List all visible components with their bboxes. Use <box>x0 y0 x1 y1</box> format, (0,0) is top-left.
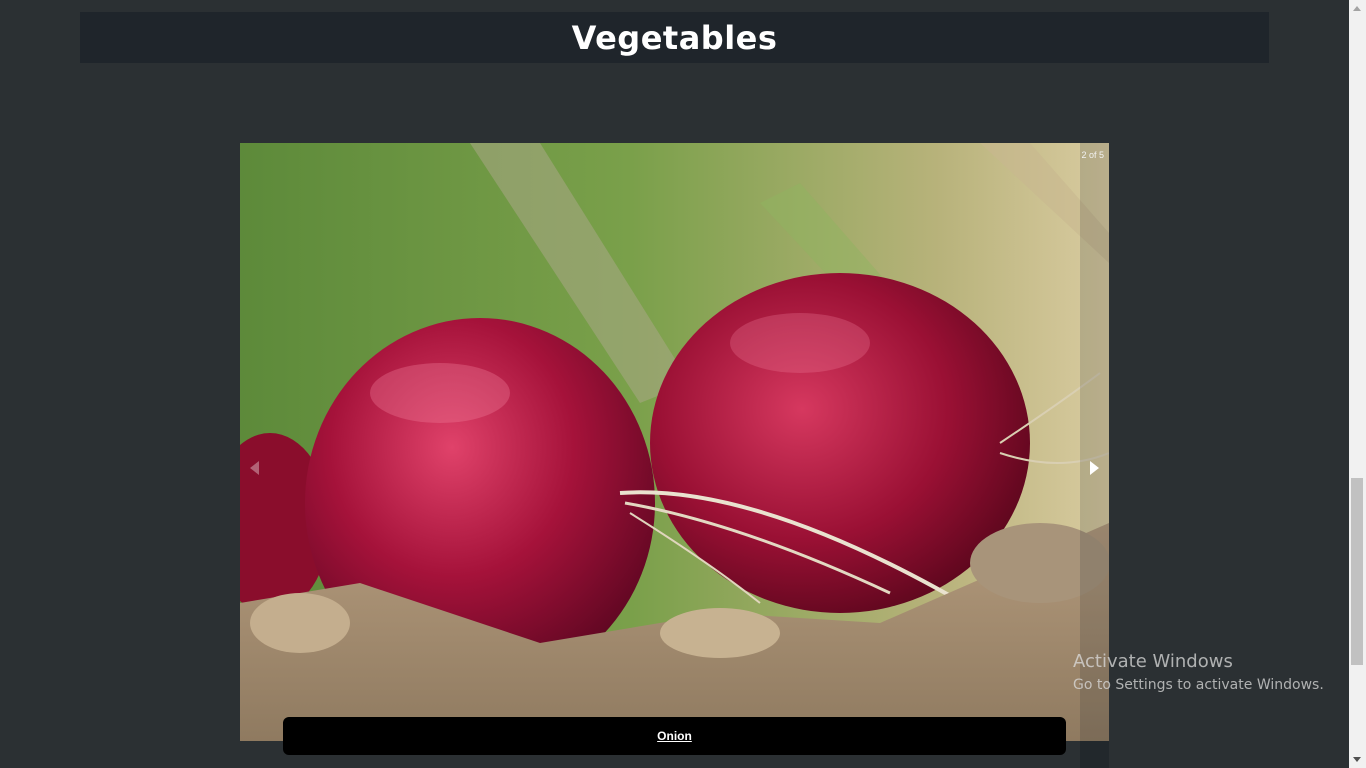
watermark-title: Activate Windows <box>1073 651 1233 672</box>
windows-activation-watermark: Activate Windows Go to Settings to activ… <box>1073 650 1324 696</box>
page-title: Vegetables <box>571 18 778 57</box>
slideshow: 2 of 5 <box>240 143 1109 741</box>
header-bar: Vegetables <box>80 12 1269 63</box>
slide-image <box>240 143 1109 741</box>
slide-caption-link[interactable]: Onion <box>657 729 692 743</box>
watermark-subtitle: Go to Settings to activate Windows. <box>1073 677 1324 693</box>
slide-side-strip-extension <box>1080 741 1109 768</box>
vertical-scrollbar[interactable] <box>1349 0 1366 768</box>
caret-left-icon[interactable] <box>250 461 259 475</box>
caret-right-icon[interactable] <box>1090 461 1099 475</box>
page: Vegetables 2 of 5 Onion Activate Windows… <box>0 0 1349 768</box>
scroll-up-icon[interactable] <box>1353 6 1361 11</box>
onion-photo <box>240 143 1109 741</box>
caption-bar: Onion <box>283 717 1066 755</box>
slide-counter: 2 of 5 <box>1081 150 1104 160</box>
scroll-thumb[interactable] <box>1351 478 1363 665</box>
scroll-down-icon[interactable] <box>1353 757 1361 762</box>
